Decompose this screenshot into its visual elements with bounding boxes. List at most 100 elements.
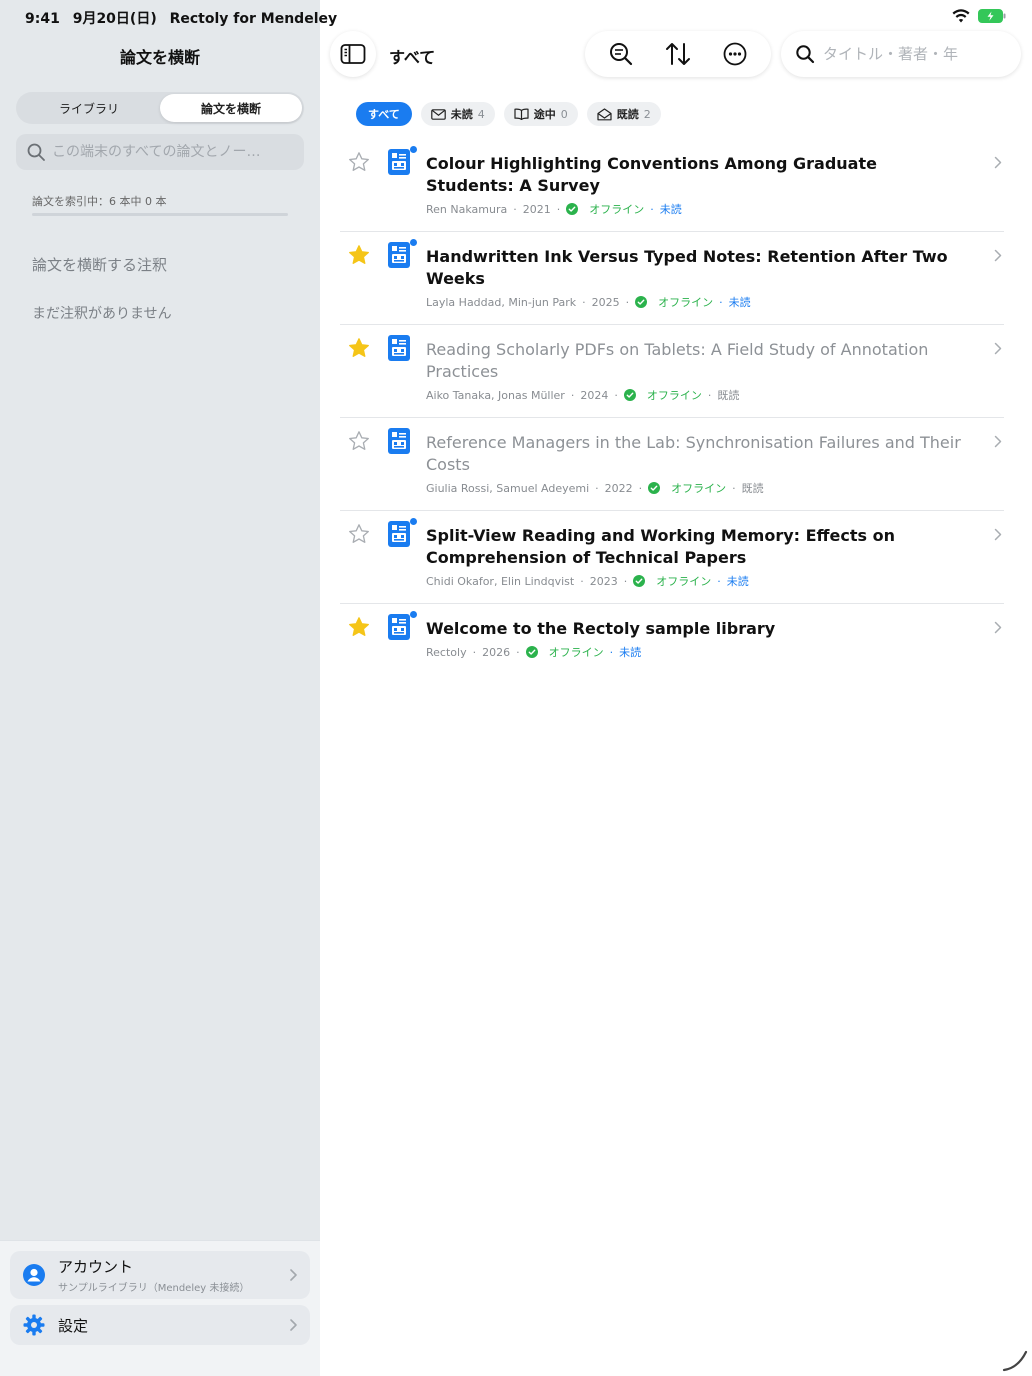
paper-title: Reference Managers in the Lab: Synchroni… xyxy=(426,433,961,474)
paper-year: 2023 xyxy=(589,574,618,588)
paper-title: Welcome to the Rectoly sample library xyxy=(426,619,776,638)
chevron-right-icon xyxy=(994,249,1002,262)
meta-separator: · xyxy=(732,481,736,495)
filter-in-progress-label: 途中 xyxy=(533,108,556,121)
filter-all[interactable]: すべて xyxy=(356,102,412,126)
sort-button[interactable] xyxy=(663,39,693,69)
sidebar-toggle-icon xyxy=(340,44,366,64)
paper-row[interactable]: Split-View Reading and Working Memory: E… xyxy=(340,511,1004,604)
pdf-document-icon xyxy=(388,242,410,268)
paper-list: Colour Highlighting Conventions Among Gr… xyxy=(340,139,1004,674)
paper-row[interactable]: Welcome to the Rectoly sample library Re… xyxy=(340,604,1004,674)
paper-title: Colour Highlighting Conventions Among Gr… xyxy=(426,154,877,195)
unread-dot xyxy=(410,146,417,153)
segmented-control: ライブラリ 論文を横断 xyxy=(16,92,304,124)
unread-dot xyxy=(410,239,417,246)
paper-authors: Rectoly xyxy=(426,645,467,659)
chevron-right-icon xyxy=(994,528,1002,541)
settings-title: 設定 xyxy=(58,1316,89,1335)
chevron-right-icon xyxy=(994,435,1002,448)
star-outline-icon[interactable] xyxy=(348,430,370,452)
status-time: 9:41 xyxy=(25,11,60,27)
paper-authors: Aiko Tanaka, Jonas Müller xyxy=(426,388,565,402)
battery-charging-icon xyxy=(978,9,1006,23)
paper-meta: Layla Haddad, Min-jun Park · 2025 · オフライ… xyxy=(426,294,970,310)
paper-read-status: 既読 xyxy=(741,482,764,495)
status-date: 9月20日(日) xyxy=(72,11,157,27)
settings-row[interactable]: 設定 xyxy=(10,1305,310,1345)
person-circle-icon xyxy=(23,1264,45,1286)
pdf-document-icon xyxy=(388,613,410,640)
filter-unread-count: 4 xyxy=(477,107,485,121)
meta-separator: · xyxy=(717,574,721,588)
search-icon xyxy=(796,45,815,64)
more-button[interactable] xyxy=(720,39,750,69)
filter-unread[interactable]: 未読 4 xyxy=(420,102,495,126)
paper-row[interactable]: Colour Highlighting Conventions Among Gr… xyxy=(340,139,1004,232)
pdf-document-icon xyxy=(388,521,410,547)
status-bar-left: 9:41 9月20日(日) Rectoly for Mendeley xyxy=(25,8,345,28)
segment-library[interactable]: ライブラリ xyxy=(18,94,160,122)
filter-chips: すべて 未読 4 途中 0 既読 2 xyxy=(356,102,661,126)
filter-read[interactable]: 既読 2 xyxy=(586,102,661,126)
account-subtitle: サンプルライブラリ（Mendeley 未接続） xyxy=(58,1283,250,1294)
meta-separator: · xyxy=(595,481,599,495)
paper-authors: Giulia Rossi, Samuel Adeyemi xyxy=(426,481,590,495)
meta-separator: · xyxy=(625,295,630,309)
filter-all-label: すべて xyxy=(368,108,400,121)
star-filled-icon[interactable] xyxy=(348,244,370,266)
checkmark-circle-icon xyxy=(623,389,636,401)
filter-read-label: 既読 xyxy=(616,108,639,121)
sidebar-search-input[interactable] xyxy=(52,144,292,160)
paper-read-status: 未読 xyxy=(726,575,749,588)
paper-row[interactable]: Reference Managers in the Lab: Synchroni… xyxy=(340,418,1004,511)
chevron-right-icon xyxy=(994,156,1002,169)
segment-cross-search[interactable]: 論文を横断 xyxy=(160,94,302,122)
paper-offline-status: オフライン xyxy=(646,389,702,402)
sidebar-title: 論文を横断 xyxy=(119,48,200,67)
sidebar-search-field[interactable] xyxy=(16,134,304,170)
paper-row[interactable]: Handwritten Ink Versus Typed Notes: Rete… xyxy=(340,232,1004,325)
paper-year: 2021 xyxy=(522,202,551,216)
page-title: すべて xyxy=(389,48,436,67)
account-row[interactable]: アカウント サンプルライブラリ（Mendeley 未接続） xyxy=(10,1251,310,1299)
meta-separator: · xyxy=(623,574,628,588)
paper-year: 2025 xyxy=(591,295,620,309)
filter-in-progress[interactable]: 途中 0 xyxy=(503,102,578,126)
meta-separator: · xyxy=(582,295,586,309)
zoom-search-icon xyxy=(610,43,633,66)
filter-in-progress-count: 0 xyxy=(560,107,568,121)
paper-read-status: 既読 xyxy=(717,389,740,402)
star-outline-icon[interactable] xyxy=(348,151,370,173)
sort-icon xyxy=(665,43,690,65)
filter-unread-label: 未読 xyxy=(450,108,473,121)
paper-title: Handwritten Ink Versus Typed Notes: Rete… xyxy=(426,247,948,288)
paper-meta: Ren Nakamura · 2021 · オフライン · 未読 xyxy=(426,201,970,217)
star-filled-icon[interactable] xyxy=(348,337,370,359)
meta-separator: · xyxy=(614,388,618,402)
paper-row[interactable]: Reading Scholarly PDFs on Tablets: A Fie… xyxy=(340,325,1004,418)
filter-read-count: 2 xyxy=(643,107,651,121)
wifi-icon xyxy=(952,9,970,23)
star-filled-icon[interactable] xyxy=(348,616,370,638)
status-app-name: Rectoly for Mendeley xyxy=(169,11,338,27)
star-outline-icon[interactable] xyxy=(348,523,370,545)
more-icon xyxy=(723,42,747,66)
meta-separator: · xyxy=(556,202,561,216)
find-in-library-button[interactable] xyxy=(606,39,636,69)
paper-offline-status: オフライン xyxy=(671,482,727,495)
library-search-input[interactable] xyxy=(823,45,1003,63)
paper-offline-status: オフライン xyxy=(656,575,712,588)
chevron-right-icon xyxy=(994,342,1002,355)
paper-read-status: 未読 xyxy=(728,296,751,309)
checkmark-circle-icon xyxy=(566,203,579,215)
sidebar-toggle-button[interactable] xyxy=(330,31,376,77)
chevron-right-icon xyxy=(994,621,1002,633)
paper-year: 2026 xyxy=(482,645,511,659)
paper-title: Reading Scholarly PDFs on Tablets: A Fie… xyxy=(426,340,929,381)
library-search-field[interactable] xyxy=(781,31,1021,77)
toolbar-actions xyxy=(585,31,771,77)
paper-read-status: 未読 xyxy=(619,646,642,659)
checkmark-circle-icon xyxy=(635,296,648,308)
cross-annotations-heading: 論文を横断する注釈 xyxy=(32,256,168,274)
